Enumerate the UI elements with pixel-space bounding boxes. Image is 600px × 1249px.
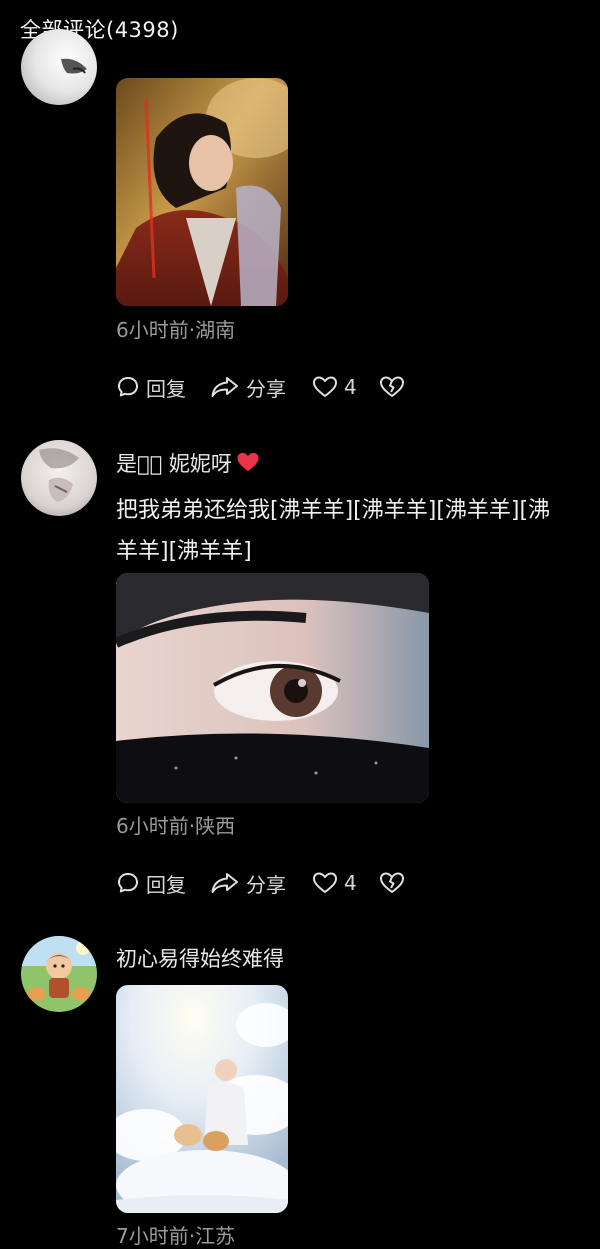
like-count: 4 [344,871,357,895]
reply-label: 回复 [146,872,186,897]
reply-button[interactable]: 回复 [116,373,186,402]
share-button[interactable]: 分享 [210,373,286,402]
dislike-button[interactable] [379,375,405,399]
comment-image-artwork [116,78,288,306]
share-label: 分享 [246,376,286,401]
dislike-button[interactable] [379,871,405,895]
avatar[interactable] [21,29,97,105]
heart-outline-icon [313,872,337,893]
comment-image-artwork [116,985,288,1213]
comment-meta: 7小时前·江苏 [116,1224,236,1248]
broken-heart-icon [379,872,404,893]
comment-actions: 回复 分享 4 [116,868,405,898]
share-button[interactable]: 分享 [210,869,286,898]
like-button[interactable]: 4 [312,871,357,895]
comment-image-artwork [116,573,429,803]
red-heart-icon [237,452,259,472]
reply-label: 回复 [146,376,186,401]
like-count: 4 [344,375,357,399]
username: 是ෆ゚ 妮妮呀 [116,452,232,476]
avatar-image [21,29,97,105]
comment-image[interactable] [116,985,288,1213]
avatar-image [21,440,97,516]
comment-meta: 6小时前·陕西 [116,814,236,838]
share-arrow-icon [211,873,238,893]
comment-image[interactable] [116,573,429,803]
heart-outline-icon [313,376,337,397]
avatar[interactable] [21,440,97,516]
avatar[interactable] [21,936,97,1012]
avatar-image [21,936,97,1012]
comment-image[interactable] [116,78,288,306]
speech-bubble-icon [118,873,138,893]
reply-button[interactable]: 回复 [116,869,186,898]
comment-text-line: 羊羊][沸羊羊] [116,539,252,564]
comment-text: 把我弟弟还给我[沸羊羊][沸羊羊][沸羊羊][沸 羊羊][沸羊羊] [116,490,600,572]
like-button[interactable]: 4 [312,375,357,399]
comment-meta: 6小时前·湖南 [116,318,236,342]
username[interactable]: 初心易得始终难得 [116,943,284,973]
broken-heart-icon [379,376,404,397]
share-label: 分享 [246,872,286,897]
comment-actions: 回复 分享 4 [116,372,405,402]
share-arrow-icon [211,377,238,397]
comment-text-line: 把我弟弟还给我[沸羊羊][沸羊羊][沸羊羊][沸 [116,498,551,523]
speech-bubble-icon [118,377,138,397]
username-row[interactable]: 是ෆ゚ 妮妮呀 [116,448,260,478]
